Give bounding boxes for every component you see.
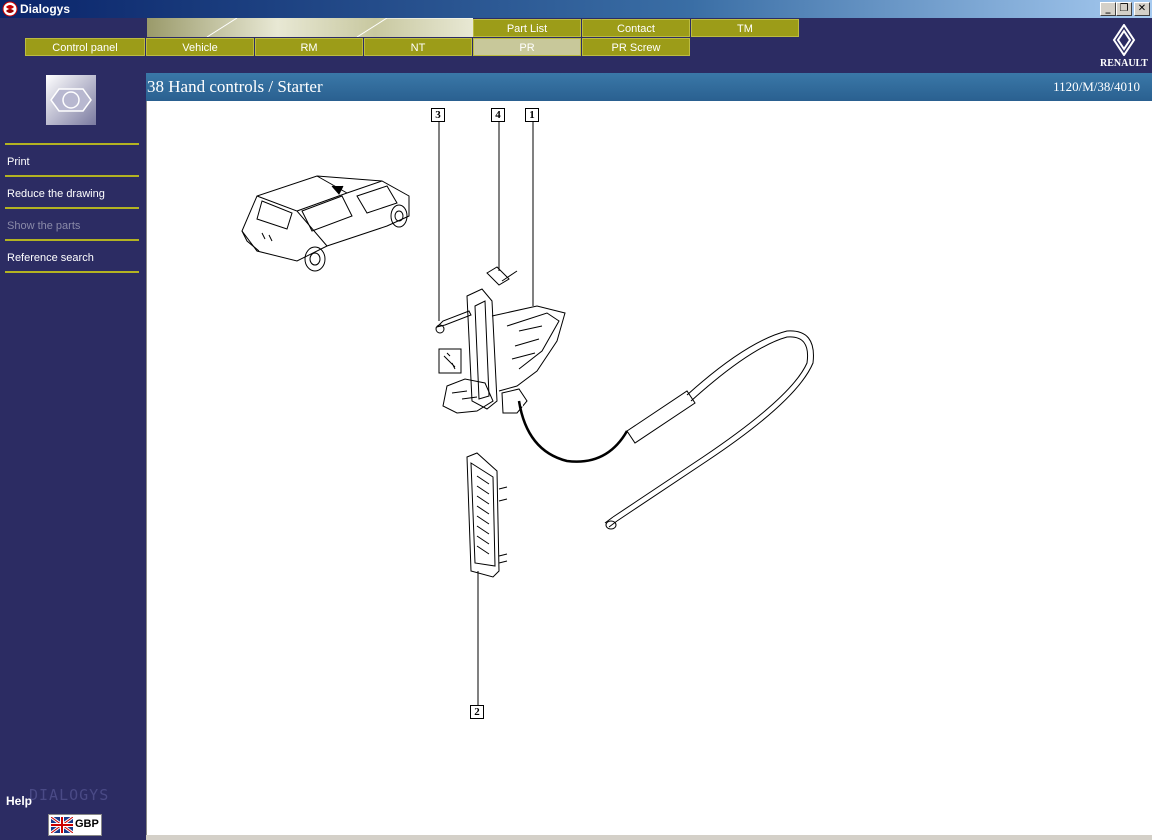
sidebar-item-reference-search[interactable]: Reference search [5,239,139,271]
sidebar-item-show-parts: Show the parts [5,207,139,239]
language-selector[interactable]: GBP [48,814,102,836]
restore-button[interactable]: ❐ [1116,2,1132,16]
tab-tm[interactable]: TM [691,19,799,37]
tab-contact[interactable]: Contact [582,19,690,37]
help-link[interactable]: Help [6,794,32,808]
uk-flag-icon [51,817,73,833]
tab-nt[interactable]: NT [364,38,472,56]
minimize-button[interactable]: _ [1100,2,1116,16]
sidebar-divider [5,271,139,273]
renault-logo: RENAULT [1096,22,1152,72]
tab-control-panel[interactable]: Control panel [25,38,145,56]
tab-rm[interactable]: RM [255,38,363,56]
language-code: GBP [75,818,99,830]
callout-4[interactable]: 4 [491,108,505,122]
app-header: Part List Contact TM Control panel Vehic… [0,18,1152,73]
header-decoration [147,18,473,37]
hex-bolt-icon [46,75,96,125]
page-title: 38 Hand controls / Starter [147,77,323,96]
sidebar-item-print[interactable]: Print [5,143,139,175]
callout-3[interactable]: 3 [431,108,445,122]
page-reference: 1120/M/38/4010 [1053,79,1140,94]
tab-vehicle[interactable]: Vehicle [146,38,254,56]
window-title: Dialogys [20,2,71,16]
parts-exploded-drawing [241,122,814,706]
callout-1[interactable]: 1 [525,108,539,122]
bottom-bar [146,835,1152,840]
sidebar-item-reduce-drawing[interactable]: Reduce the drawing [5,175,139,207]
tab-part-list[interactable]: Part List [473,19,581,37]
sidebar: Print Reduce the drawing Show the parts … [0,73,146,840]
dialogys-watermark: DIALOGYS [29,786,110,804]
dialogys-app-icon [2,1,18,17]
car-location-icon [241,175,410,272]
window-titlebar: Dialogys _ ❐ ✕ [0,0,1152,18]
page-header: 38 Hand controls / Starter 1120/M/38/401… [146,73,1152,101]
renault-brand-text: RENAULT [1100,58,1148,69]
tab-pr[interactable]: PR [473,38,581,56]
close-button[interactable]: ✕ [1134,2,1150,16]
drawing-canvas: 3 4 1 2 [146,101,1152,835]
renault-diamond-icon [1112,24,1136,56]
tab-pr-screw[interactable]: PR Screw [582,38,690,56]
callout-2[interactable]: 2 [470,705,484,719]
